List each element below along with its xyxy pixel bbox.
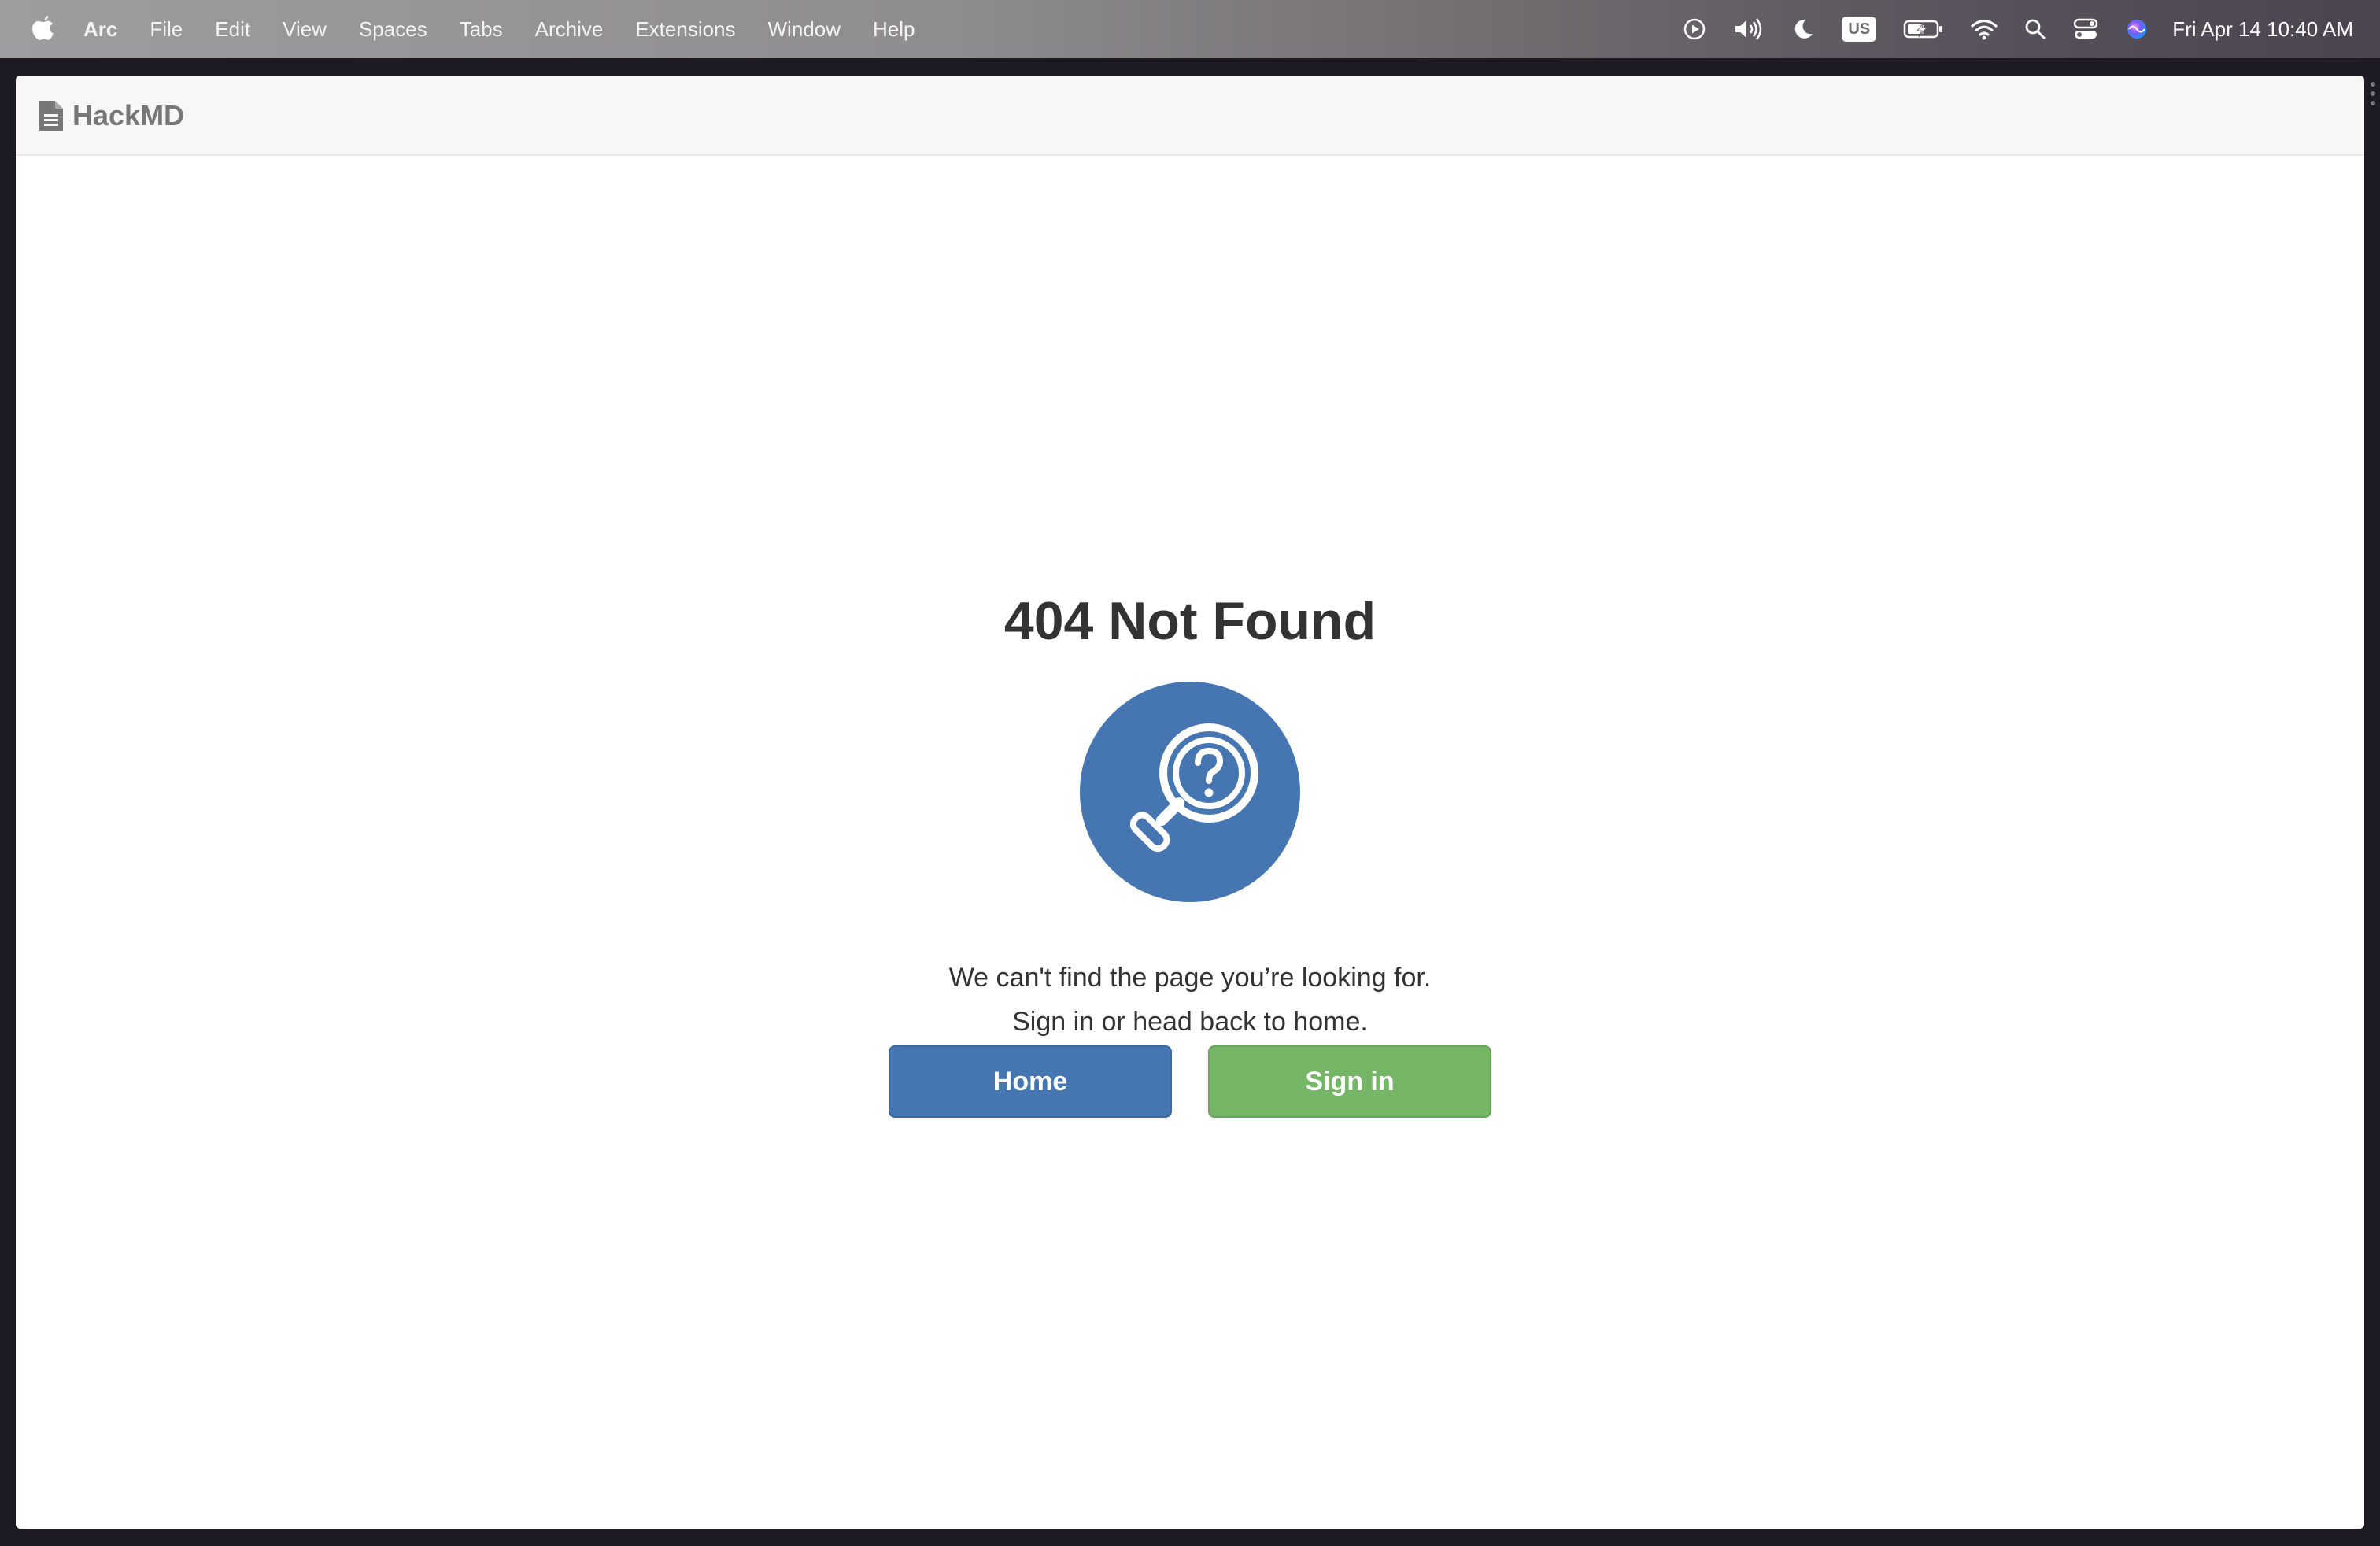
keyboard-layout-label: US bbox=[1842, 17, 1877, 42]
menu-bar: Arc File Edit View Spaces Tabs Archive E… bbox=[0, 0, 2380, 58]
browser-window: HackMD 404 Not Found We can't find the p… bbox=[0, 58, 2380, 1546]
document-icon bbox=[39, 101, 63, 131]
play-circle-icon[interactable] bbox=[1683, 17, 1706, 41]
menu-file[interactable]: File bbox=[150, 17, 183, 42]
menu-help[interactable]: Help bbox=[873, 17, 915, 42]
web-page: HackMD 404 Not Found We can't find the p… bbox=[16, 76, 2364, 1529]
menu-edit[interactable]: Edit bbox=[215, 17, 250, 42]
site-header: HackMD bbox=[16, 76, 2364, 156]
menu-spaces[interactable]: Spaces bbox=[359, 17, 427, 42]
message-line-2: Sign in or head back to home. bbox=[1012, 1007, 1368, 1037]
error-content: 404 Not Found We can't find the page you… bbox=[16, 156, 2364, 1529]
search-icon[interactable] bbox=[2024, 18, 2046, 40]
brand-name: HackMD bbox=[72, 99, 185, 131]
brand-link[interactable]: HackMD bbox=[38, 99, 184, 132]
battery-charging-icon[interactable] bbox=[1903, 18, 1944, 40]
menu-view[interactable]: View bbox=[283, 17, 327, 42]
window-drag-handle[interactable] bbox=[2371, 82, 2375, 113]
menu-app-arc[interactable]: Arc bbox=[83, 17, 117, 42]
menu-tabs[interactable]: Tabs bbox=[460, 17, 503, 42]
control-center-icon[interactable] bbox=[2073, 17, 2098, 41]
moon-icon[interactable] bbox=[1791, 17, 1815, 41]
menu-archive[interactable]: Archive bbox=[535, 17, 604, 42]
message-line-1: We can't find the page you’re looking fo… bbox=[948, 963, 1432, 993]
menu-window[interactable]: Window bbox=[768, 17, 841, 42]
siri-icon[interactable] bbox=[2125, 17, 2149, 41]
home-button[interactable]: Home bbox=[889, 1045, 1172, 1118]
apple-icon[interactable] bbox=[30, 14, 57, 44]
sign-in-button[interactable]: Sign in bbox=[1208, 1045, 1491, 1118]
volume-icon[interactable] bbox=[1733, 17, 1765, 41]
page-title: 404 Not Found bbox=[1003, 591, 1377, 651]
wifi-icon[interactable] bbox=[1971, 18, 1998, 40]
magnifier-question-icon bbox=[1080, 682, 1300, 902]
menu-extensions[interactable]: Extensions bbox=[635, 17, 735, 42]
error-message: We can't find the page you’re looking fo… bbox=[16, 956, 2364, 1044]
status-area: US Fri Apr 14 10:40 AM bbox=[1656, 0, 2353, 58]
keyboard-layout-badge[interactable]: US bbox=[1842, 17, 1877, 42]
app-menu: Arc File Edit View Spaces Tabs Archive E… bbox=[83, 0, 947, 58]
menubar-clock[interactable]: Fri Apr 14 10:40 AM bbox=[2172, 17, 2353, 42]
